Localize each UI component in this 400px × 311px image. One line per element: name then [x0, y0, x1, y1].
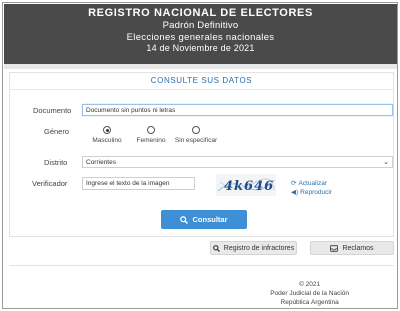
radio-masculino-label: Masculino	[92, 137, 122, 144]
radio-sin-especificar-dot[interactable]	[192, 126, 200, 134]
election-date: 14 de Noviembre de 2021	[146, 43, 255, 53]
inbox-icon	[330, 244, 339, 252]
distrito-select[interactable]: Corrientes ⌄	[82, 156, 393, 168]
chevron-down-icon: ⌄	[383, 159, 389, 166]
consultar-label: Consultar	[192, 215, 228, 224]
election-name: Elecciones generales nacionales	[126, 32, 275, 43]
reclamos-button[interactable]: Reclamos	[310, 241, 394, 255]
radio-femenino-dot[interactable]	[147, 126, 155, 134]
search-icon	[212, 244, 220, 252]
registro-infractores-label: Registro de infractores	[223, 244, 295, 252]
registro-infractores-button[interactable]: Registro de infractores	[210, 241, 297, 255]
header-divider	[4, 64, 397, 69]
genero-label: Género	[44, 127, 70, 136]
page-title: REGISTRO NACIONAL DE ELECTORES	[88, 7, 313, 19]
footer-org: Poder Judicial de la Nación	[270, 290, 349, 297]
captcha-image: 4k646	[216, 174, 276, 196]
radio-femenino-label: Femenino	[136, 137, 166, 144]
page-header: REGISTRO NACIONAL DE ELECTORES Padrón De…	[4, 4, 397, 64]
footer-copyright: © 2021	[299, 281, 321, 288]
form-title: CONSULTE SUS DATOS	[150, 76, 253, 85]
radio-masculino[interactable]: Masculino	[87, 126, 127, 144]
page-subtitle: Padrón Definitivo	[162, 20, 239, 31]
distrito-value: Corrientes	[86, 159, 116, 166]
radio-sin-especificar[interactable]: Sin especificar	[170, 126, 222, 144]
actualizar-link[interactable]: ⟳ Actualizar	[291, 179, 327, 187]
search-icon	[180, 215, 189, 224]
radio-masculino-dot[interactable]	[103, 126, 111, 134]
reclamos-label: Reclamos	[342, 244, 374, 252]
footer-divider	[9, 265, 394, 266]
documento-input[interactable]	[82, 104, 393, 116]
page-frame: REGISTRO NACIONAL DE ELECTORES Padrón De…	[2, 2, 398, 309]
form-title-divider	[10, 89, 393, 90]
reproducir-link[interactable]: ◀) Reproducir	[291, 188, 332, 196]
page-footer: © 2021 Poder Judicial de la Nación Repúb…	[270, 280, 349, 307]
verificador-input[interactable]	[82, 177, 195, 190]
reproducir-label: Reproducir	[300, 189, 332, 196]
consulta-form: CONSULTE SUS DATOS Documento Género Masc…	[9, 72, 394, 237]
radio-sin-especificar-label: Sin especificar	[174, 137, 218, 144]
verificador-label: Verificador	[32, 179, 68, 188]
captcha-text: 4k646	[224, 179, 274, 194]
actualizar-label: Actualizar	[298, 180, 327, 187]
footer-country: República Argentina	[280, 299, 339, 306]
radio-femenino[interactable]: Femenino	[131, 126, 171, 144]
refresh-icon: ⟳	[291, 180, 297, 187]
documento-label: Documento	[33, 106, 72, 115]
consultar-button[interactable]: Consultar	[161, 210, 247, 229]
speaker-icon: ◀)	[291, 189, 299, 196]
distrito-label: Distrito	[44, 158, 68, 167]
